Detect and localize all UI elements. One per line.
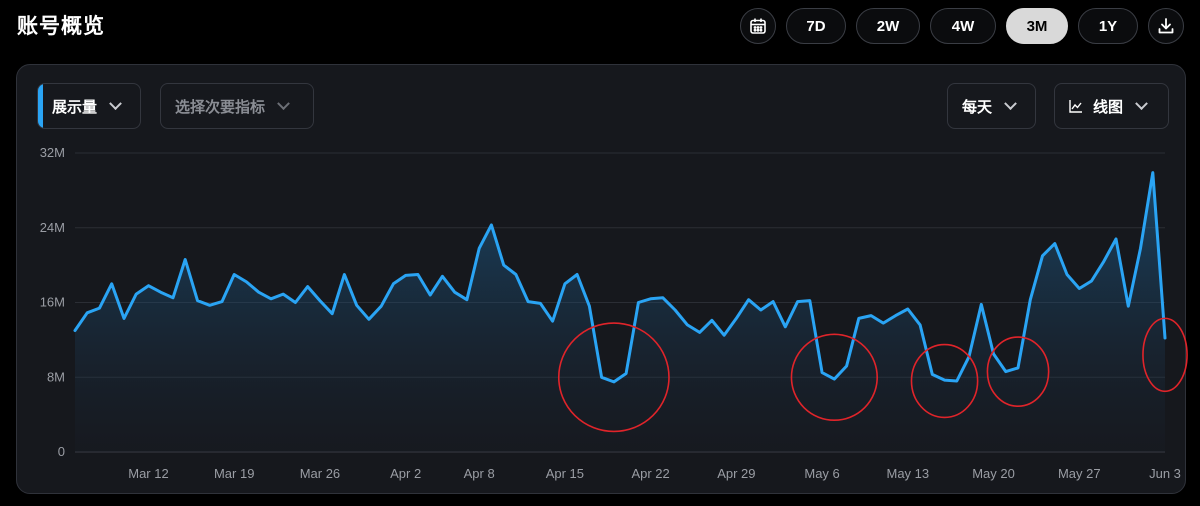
x-tick-label: Apr 15 — [546, 466, 584, 481]
x-tick-label: Apr 8 — [464, 466, 495, 481]
x-tick-label: May 6 — [804, 466, 839, 481]
x-tick-label: Apr 22 — [631, 466, 669, 481]
y-tick-label: 32M — [40, 145, 65, 160]
y-tick-label: 24M — [40, 220, 65, 235]
y-tick-label: 16M — [40, 295, 65, 310]
x-tick-label: May 20 — [972, 466, 1015, 481]
impressions-chart: 0 8M 16M 24M 32M Mar 12 Mar 19 Mar 26 Apr 2 Apr … — [40, 145, 1188, 481]
area-fill — [75, 172, 1165, 452]
x-tick-label: Mar 26 — [300, 466, 340, 481]
x-tick-label: Mar 12 — [128, 466, 168, 481]
x-tick-label: May 27 — [1058, 466, 1101, 481]
y-tick-label: 8M — [47, 369, 65, 384]
x-tick-label: Jun 3 — [1149, 466, 1181, 481]
x-tick-label: May 13 — [886, 466, 929, 481]
x-tick-label: Apr 29 — [717, 466, 755, 481]
x-tick-label: Mar 19 — [214, 466, 254, 481]
y-tick-label: 0 — [58, 444, 65, 459]
x-tick-label: Apr 2 — [390, 466, 421, 481]
